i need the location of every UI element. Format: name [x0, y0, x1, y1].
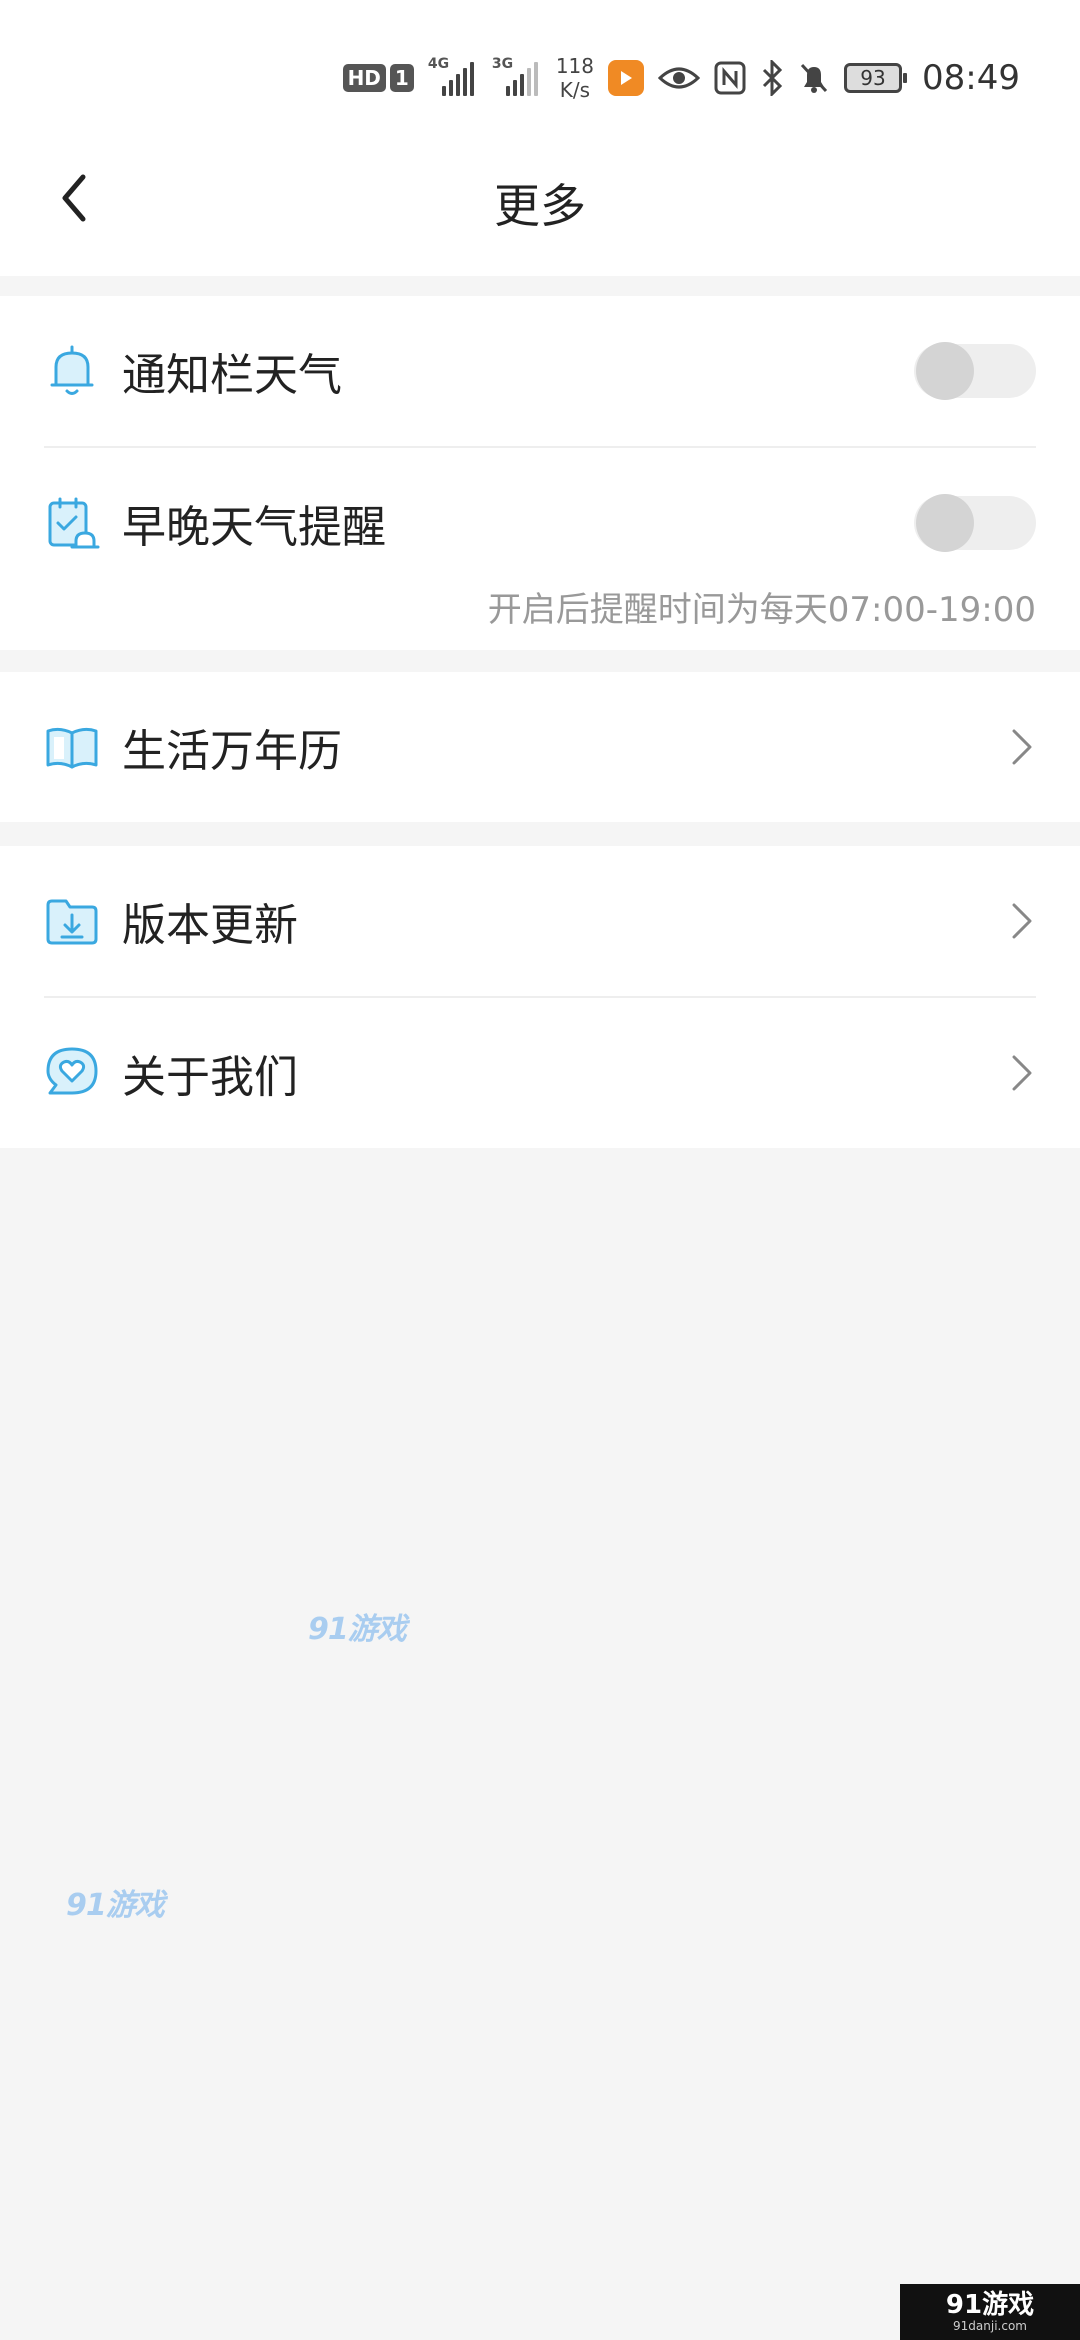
update-row[interactable]: 版本更新	[0, 846, 1080, 996]
calendar-card: 生活万年历	[0, 672, 1080, 822]
notification-weather-label: 通知栏天气	[122, 350, 342, 401]
play-app-icon	[608, 60, 645, 96]
status-bar: HD 1 4G 3G 118 K/s 93 08:49	[0, 0, 1080, 130]
update-label: 版本更新	[122, 900, 298, 951]
book-icon	[42, 717, 102, 777]
calendar-row[interactable]: 生活万年历	[0, 672, 1080, 822]
download-folder-icon	[42, 891, 102, 951]
battery-icon: 93	[844, 63, 908, 93]
about-row[interactable]: 关于我们	[0, 998, 1080, 1148]
app-info-card: 版本更新 关于我们	[0, 846, 1080, 1148]
heart-chat-icon	[42, 1043, 102, 1103]
network-speed: 118 K/s	[555, 54, 595, 102]
eye-icon	[658, 63, 701, 93]
page-title: 更多	[494, 179, 586, 233]
chevron-right-icon	[1012, 1055, 1032, 1091]
notification-weather-row[interactable]: 通知栏天气	[0, 296, 1080, 446]
bell-muted-icon	[798, 61, 830, 95]
watermark: 91游戏	[308, 1612, 407, 1647]
bluetooth-icon	[760, 60, 784, 96]
notification-settings-card: 通知栏天气 早晚天气提醒 开启后提醒时间为每天07:00-19:00	[0, 296, 1080, 650]
notification-weather-toggle[interactable]	[914, 342, 1036, 400]
weather-reminder-row[interactable]: 早晚天气提醒	[0, 448, 1080, 598]
battery-level: 93	[860, 66, 886, 90]
chevron-right-icon	[1012, 729, 1032, 765]
calendar-label: 生活万年历	[122, 726, 342, 777]
hd-label: HD	[342, 64, 386, 92]
watermark: 91游戏	[66, 1888, 165, 1923]
toggle-knob	[916, 494, 974, 552]
weather-reminder-label: 早晚天气提醒	[122, 502, 386, 553]
corner-watermark-sub: 91danji.com	[953, 2319, 1027, 2333]
status-icons: HD 1 4G 3G 118 K/s 93 08:49	[342, 48, 1020, 108]
corner-watermark-text: 91游戏	[945, 2290, 1035, 2320]
hd-indicator: HD 1	[342, 64, 414, 92]
chevron-right-icon	[1012, 903, 1032, 939]
signal-4g-icon: 4G	[428, 56, 478, 96]
nfc-icon	[714, 61, 746, 95]
weather-reminder-hint: 开启后提醒时间为每天07:00-19:00	[487, 590, 1036, 630]
clock: 08:49	[922, 58, 1020, 98]
app-header: 更多	[0, 130, 1080, 276]
toggle-knob	[916, 342, 974, 400]
sim-label: 1	[389, 64, 414, 92]
about-label: 关于我们	[122, 1052, 298, 1103]
corner-watermark: 91游戏 91danji.com	[900, 2284, 1080, 2340]
calendar-alarm-icon	[42, 493, 102, 553]
signal-3g-icon: 3G	[492, 56, 542, 96]
weather-reminder-toggle[interactable]	[914, 494, 1036, 552]
bell-icon	[42, 341, 102, 401]
